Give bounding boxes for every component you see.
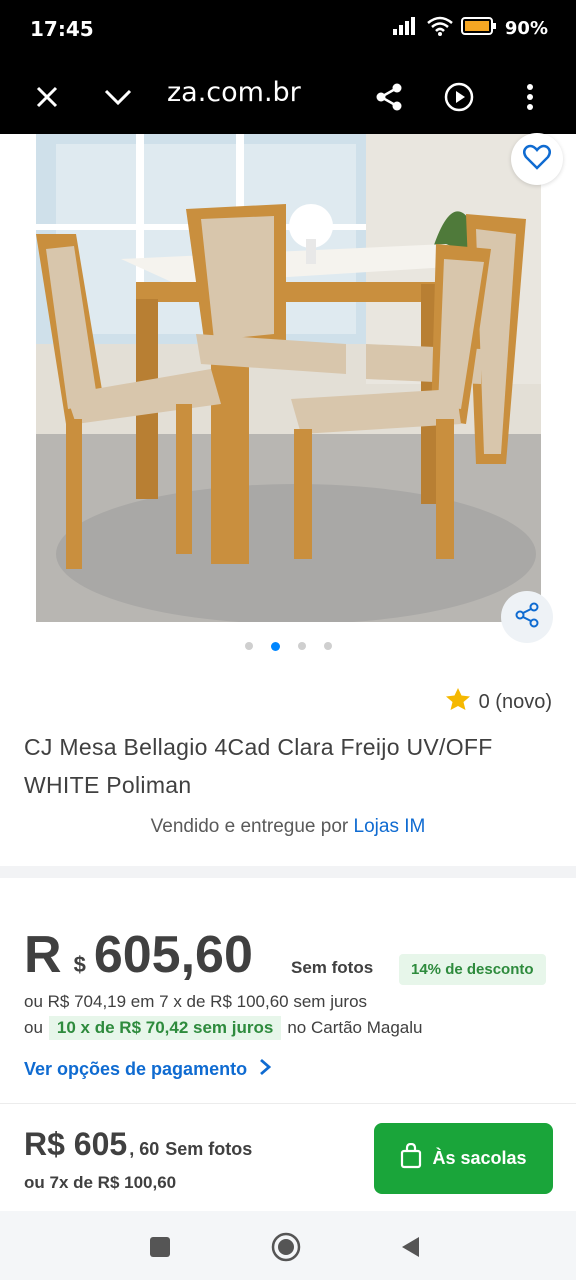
no-photo-label: Sem fotos bbox=[291, 958, 374, 977]
recents-button[interactable] bbox=[142, 1229, 178, 1265]
wifi-icon bbox=[427, 16, 453, 41]
installments-prefix: ou bbox=[24, 1018, 43, 1037]
system-nav-bar bbox=[0, 1211, 576, 1280]
gallery-dots bbox=[245, 642, 332, 651]
favorite-heart-button[interactable] bbox=[511, 133, 563, 185]
bottom-price: R$ 605 , 60 Sem fotos bbox=[24, 1126, 252, 1163]
url-text[interactable]: za.com.br bbox=[167, 77, 301, 108]
bottom-installments: ou 7x de R$ 100,60 bbox=[24, 1173, 177, 1192]
share-icon bbox=[514, 602, 540, 633]
chevron-down-icon[interactable] bbox=[95, 74, 141, 120]
price-main: R $ 605,60 bbox=[24, 925, 253, 985]
installments-standard: ou R$ 704,19 em 7 x de R$ 100,60 sem jur… bbox=[24, 992, 368, 1011]
product-image[interactable] bbox=[36, 134, 541, 622]
status-time: 17:45 bbox=[30, 17, 94, 41]
rating-text: 0 (novo) bbox=[478, 690, 552, 713]
bottom-price-main: R$ 605 bbox=[24, 1126, 128, 1162]
add-to-bag-label: Às sacolas bbox=[432, 1148, 527, 1168]
add-to-bag-button[interactable]: Às sacolas bbox=[374, 1123, 553, 1194]
gallery-dot[interactable] bbox=[324, 642, 332, 650]
browser-toolbar: za.com.br bbox=[0, 60, 576, 134]
signal-icon bbox=[392, 17, 419, 40]
more-vert-icon[interactable] bbox=[507, 74, 553, 120]
star-icon bbox=[445, 687, 471, 717]
status-bar: 17:45 90% bbox=[0, 0, 576, 60]
bottom-purchase-bar: R$ 605 , 60 Sem fotos ou 7x de R$ 100,60… bbox=[0, 1103, 576, 1211]
seller-prefix: Vendido e entregue por bbox=[150, 816, 349, 837]
price-currency-symbol: $ bbox=[73, 952, 86, 977]
battery-percent: 90% bbox=[504, 18, 548, 39]
discount-badge: 14% de desconto bbox=[399, 954, 546, 985]
share-icon[interactable] bbox=[366, 74, 412, 120]
shopping-bag-icon bbox=[400, 1142, 422, 1174]
chevron-right-icon bbox=[259, 1058, 272, 1081]
payment-options-link[interactable]: Ver opções de pagamento bbox=[24, 1058, 272, 1081]
battery-icon bbox=[460, 17, 497, 40]
product-title: CJ Mesa Bellagio 4Cad Clara Freijo UV/OF… bbox=[24, 734, 493, 798]
seller-info: Vendido e entregue por Lojas IM bbox=[0, 816, 576, 838]
heart-icon bbox=[523, 144, 551, 175]
gallery-dot-active[interactable] bbox=[271, 642, 280, 651]
installments-highlight: 10 x de R$ 70,42 sem juros bbox=[48, 1016, 282, 1040]
bottom-price-cents: , 60 bbox=[129, 1139, 160, 1159]
play-circle-icon[interactable] bbox=[436, 74, 482, 120]
price-value: 605,60 bbox=[93, 926, 253, 984]
payment-options-label: Ver opções de pagamento bbox=[24, 1059, 248, 1079]
back-button[interactable] bbox=[392, 1229, 428, 1265]
close-icon[interactable] bbox=[24, 74, 70, 120]
home-button[interactable] bbox=[268, 1229, 304, 1265]
installments-suffix: no Cartão Magalu bbox=[287, 1018, 423, 1037]
rating[interactable]: 0 (novo) bbox=[445, 687, 552, 717]
store-link[interactable]: Lojas IM bbox=[354, 816, 426, 837]
gallery-dot[interactable] bbox=[298, 642, 306, 650]
section-divider bbox=[0, 866, 576, 878]
share-product-button[interactable] bbox=[501, 591, 553, 643]
status-icons: 90% bbox=[392, 16, 548, 41]
price-currency-r: R bbox=[24, 926, 62, 984]
bottom-no-photo: Sem fotos bbox=[165, 1139, 253, 1159]
gallery-dot[interactable] bbox=[245, 642, 253, 650]
installments-card: ou 10 x de R$ 70,42 sem juros no Cartão … bbox=[24, 1016, 422, 1040]
